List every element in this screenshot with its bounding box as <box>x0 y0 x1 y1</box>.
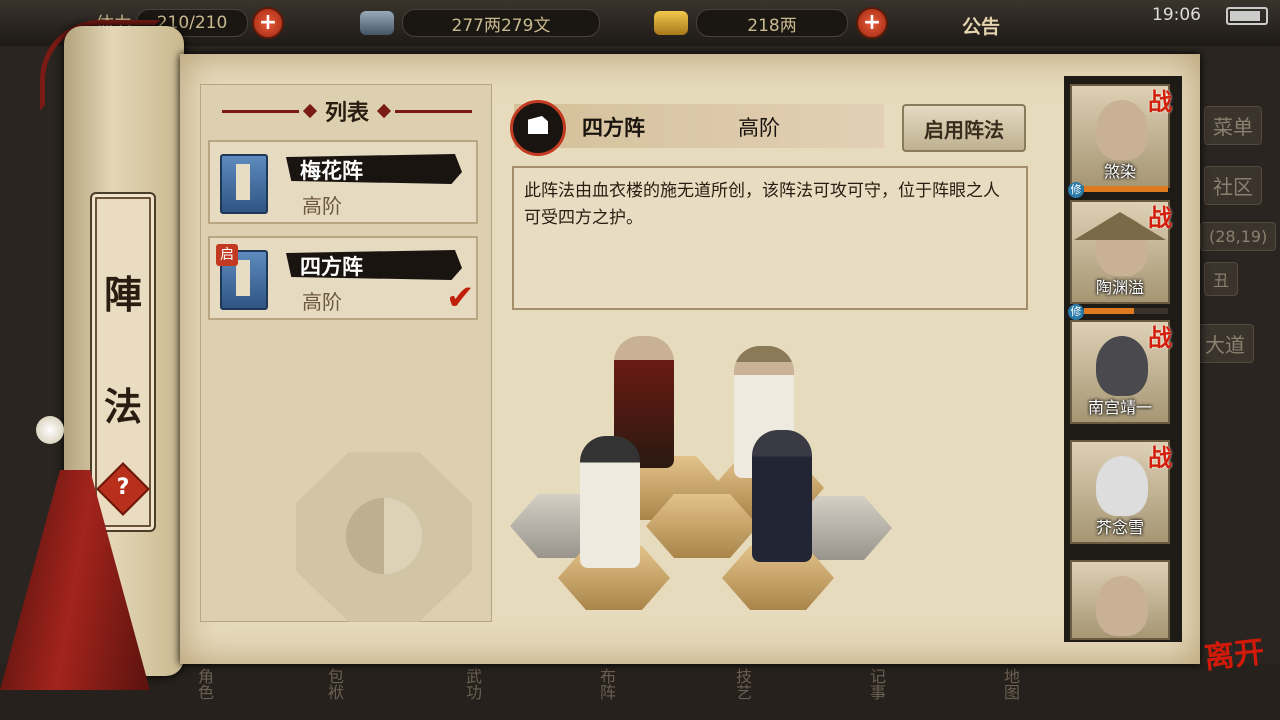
roster-card[interactable]: 战 煞染 <box>1070 84 1172 188</box>
roster-name: 陶渊溢 <box>1095 278 1144 297</box>
progress-fill <box>1084 186 1168 192</box>
hour-readout: 丑 <box>1204 262 1239 296</box>
silver-value: 277两279文 <box>402 9 600 37</box>
notice-button[interactable]: 公告 <box>962 12 1000 39</box>
bottom-item-martial[interactable]: 武功 <box>438 668 484 714</box>
gold-group: 218两 + <box>654 7 888 39</box>
silver-group: 277两279文 <box>360 8 600 38</box>
title-char-2: 法 <box>103 384 142 429</box>
yinyang-icon <box>346 498 422 574</box>
add-gold-button[interactable]: + <box>856 7 888 39</box>
detail-formation-grade: 高阶 <box>738 116 780 140</box>
portrait <box>1096 456 1148 516</box>
help-question-glyph[interactable]: ? <box>104 470 142 508</box>
character-sprite[interactable] <box>580 436 640 568</box>
formation-flag-icon <box>510 100 566 156</box>
bottom-item-map[interactable]: 地图 <box>976 668 1022 714</box>
jade-bead-icon <box>36 416 64 444</box>
selected-check-icon: ✔ <box>446 278 475 318</box>
roster-name: 煞染 <box>1103 162 1136 181</box>
gold-value: 218两 <box>696 9 848 37</box>
coords-readout: (28,19) <box>1200 222 1277 251</box>
progress-bar <box>1084 186 1168 192</box>
roster-card[interactable] <box>1070 560 1170 640</box>
formation-item-name: 梅花阵 <box>300 159 363 183</box>
add-stamina-button[interactable]: + <box>252 7 284 39</box>
formation-item-sifang[interactable]: 启 四方阵 高阶 ✔ <box>208 236 478 320</box>
list-header: 列表 <box>222 96 473 126</box>
battle-tag: 战 <box>1148 204 1172 232</box>
gold-ingot-icon <box>654 11 688 35</box>
description-text: 此阵法由血衣楼的施无道所创，该阵法可攻可守，位于阵眼之人可受四方之护。 <box>524 181 1000 228</box>
silver-icon <box>360 11 394 35</box>
bottom-item-skills[interactable]: 技艺 <box>708 668 754 714</box>
roster-card[interactable]: 战 陶渊溢 <box>1070 200 1172 304</box>
progress-fill <box>1084 308 1135 314</box>
leave-button[interactable]: 离开 <box>1202 627 1266 677</box>
bottom-item-journal[interactable]: 记事 <box>842 668 888 714</box>
title-char-1: 陣 <box>103 272 142 317</box>
bottom-item-bag[interactable]: 包袱 <box>300 668 346 714</box>
enable-formation-button[interactable]: 启用阵法 <box>902 104 1026 152</box>
cultivate-badge: 修 <box>1068 304 1084 320</box>
description-box: 此阵法由血衣楼的施无道所创，该阵法可攻可守，位于阵眼之人可受四方之护。 <box>512 166 1028 310</box>
bottom-item-character[interactable]: 角色 <box>170 668 216 714</box>
formation-item-meihua[interactable]: 梅花阵 高阶 <box>208 140 478 224</box>
cultivate-badge: 修 <box>1068 182 1084 198</box>
roster-card[interactable]: 战 芥念雪 <box>1070 440 1172 544</box>
roster-name: 南宫靖一 <box>1087 398 1152 417</box>
battle-tag: 战 <box>1148 324 1172 352</box>
community-button[interactable]: 社区 <box>1204 166 1262 205</box>
battle-tag: 战 <box>1148 444 1172 472</box>
menu-button[interactable]: 菜单 <box>1204 106 1262 145</box>
roster-card[interactable]: 战 南宫靖一 <box>1070 320 1172 424</box>
road-button[interactable]: 大道 <box>1196 324 1254 363</box>
detail-formation-name: 四方阵 <box>582 116 645 140</box>
portrait <box>1096 100 1148 160</box>
character-sprite[interactable] <box>752 430 812 562</box>
portrait <box>1096 576 1148 636</box>
portrait <box>1096 336 1148 396</box>
formation-item-grade: 高阶 <box>302 194 342 218</box>
formation-item-name: 四方阵 <box>300 255 363 279</box>
roster-name: 芥念雪 <box>1095 518 1144 537</box>
clock: 19:06 <box>1152 5 1201 25</box>
list-header-label: 列表 <box>325 101 370 126</box>
bottom-item-formation[interactable]: 布阵 <box>572 668 618 714</box>
formation-book-icon <box>220 154 268 214</box>
formation-item-grade: 高阶 <box>302 290 342 314</box>
active-badge: 启 <box>216 244 238 266</box>
battery-icon <box>1226 7 1268 25</box>
detail-header-band <box>514 104 884 148</box>
progress-bar <box>1084 308 1168 314</box>
battle-tag: 战 <box>1148 88 1172 116</box>
